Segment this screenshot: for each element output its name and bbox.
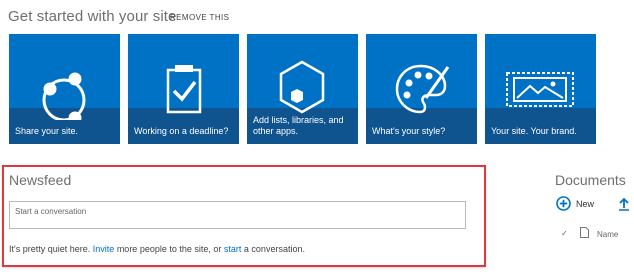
tile-working-on-deadline[interactable]: Working on a deadline? <box>128 34 239 144</box>
image-brand-icon <box>506 72 574 107</box>
tile-share-your-site[interactable]: Share your site. <box>9 34 120 144</box>
quiet-middle: more people to the site, or <box>116 244 222 254</box>
new-label: New <box>576 199 595 209</box>
remove-this-link[interactable]: REMOVE THIS <box>170 13 229 22</box>
tile-label: Working on a deadline? <box>134 126 229 136</box>
tile-label: Add lists, libraries, and other apps. <box>253 115 344 136</box>
documents-title: Documents <box>555 172 626 188</box>
clipboard-check-icon <box>166 65 202 114</box>
tile-label: Share your site. <box>15 126 79 136</box>
palette-icon <box>395 64 450 114</box>
tile-add-lists-libraries-apps[interactable]: Add lists, libraries, and other apps. <box>247 34 358 144</box>
quiet-prefix: It's pretty quiet here. <box>9 244 91 254</box>
tile-whats-your-style[interactable]: What's your style? <box>366 34 477 144</box>
tile-label: What's your style? <box>372 126 446 136</box>
newsfeed-empty-message: It's pretty quiet here. Invite more peop… <box>9 244 305 254</box>
tile-your-site-your-brand[interactable]: Your site. Your brand. <box>485 34 596 144</box>
file-type-icon <box>580 227 589 238</box>
start-conversation-input[interactable]: Start a conversation <box>9 201 466 229</box>
get-started-title: Get started with your site <box>8 8 177 25</box>
name-column-header[interactable]: Name <box>597 230 618 239</box>
plus-circle-icon <box>556 196 571 211</box>
tile-label: Your site. Your brand. <box>491 126 577 136</box>
quiet-suffix: a conversation. <box>243 244 305 254</box>
share-icon <box>42 72 86 120</box>
hexagon-apps-icon <box>279 60 325 114</box>
newsfeed-title: Newsfeed <box>9 172 72 188</box>
start-link[interactable]: start <box>224 244 242 254</box>
upload-icon[interactable] <box>618 197 630 211</box>
select-all-checkmark[interactable]: ✓ <box>561 229 568 238</box>
invite-link[interactable]: Invite <box>93 244 115 254</box>
